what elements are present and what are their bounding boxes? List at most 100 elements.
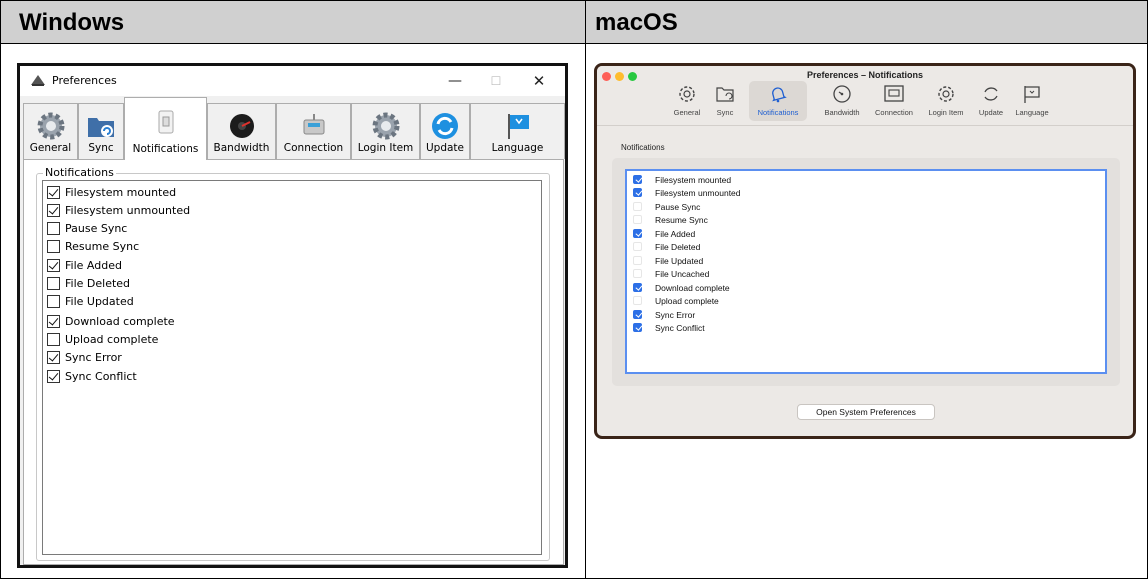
tab-login-item[interactable]: Login Item xyxy=(925,81,967,121)
checkbox[interactable] xyxy=(47,185,60,199)
folder-sync-icon xyxy=(714,83,736,105)
tab-login-item[interactable]: Login Item xyxy=(351,103,420,159)
list-item-label: File Deleted xyxy=(655,241,701,252)
tab-label: Bandwidth xyxy=(824,108,860,117)
list-item-label: File Added xyxy=(65,258,122,272)
macos-preferences-window: Preferences – Notifications General Sync… xyxy=(594,63,1136,439)
gear-icon xyxy=(676,83,698,105)
list-item[interactable]: Sync Conflict xyxy=(47,367,137,385)
minimize-button[interactable]: — xyxy=(435,70,475,92)
checkbox[interactable] xyxy=(47,258,60,272)
list-item-label: Sync Conflict xyxy=(65,369,137,383)
list-item[interactable]: Download complete xyxy=(47,312,175,330)
list-item[interactable]: Upload complete xyxy=(47,330,158,348)
checkbox[interactable] xyxy=(633,175,642,184)
list-item[interactable]: Sync Conflict xyxy=(633,321,705,334)
bandwidth-dial-icon xyxy=(226,110,258,142)
tab-sync[interactable]: Sync xyxy=(78,103,124,159)
maximize-button[interactable]: ☐ xyxy=(476,70,516,92)
tab-label: Bandwidth xyxy=(213,142,270,154)
list-item[interactable]: File Updated xyxy=(47,292,134,310)
macos-column-header: macOS xyxy=(586,1,1147,44)
list-item[interactable]: Filesystem mounted xyxy=(47,183,176,201)
list-item-label: Download complete xyxy=(65,314,175,328)
tab-bandwidth[interactable]: Bandwidth xyxy=(207,103,276,159)
notifications-list[interactable]: Filesystem mounted Filesystem unmounted … xyxy=(42,180,542,555)
checkbox[interactable] xyxy=(633,242,642,251)
gauge-icon xyxy=(831,83,853,105)
list-item[interactable]: File Uncached xyxy=(633,267,709,280)
list-item-label: Filesystem unmounted xyxy=(65,203,191,217)
tab-label: Sync xyxy=(88,142,114,154)
list-item[interactable]: Filesystem mounted xyxy=(633,173,731,186)
list-item[interactable]: Pause Sync xyxy=(47,219,127,237)
checkbox[interactable] xyxy=(633,229,642,238)
open-system-preferences-button[interactable]: Open System Preferences xyxy=(797,404,935,420)
checkbox[interactable] xyxy=(633,310,642,319)
tab-label: Login Item xyxy=(928,108,964,117)
checkbox[interactable] xyxy=(633,269,642,278)
tab-update[interactable]: Update xyxy=(420,103,470,159)
checkbox[interactable] xyxy=(47,276,60,290)
tab-language[interactable]: Language xyxy=(470,103,565,159)
flag-icon xyxy=(1021,83,1043,105)
list-item[interactable]: Resume Sync xyxy=(47,237,139,255)
checkbox[interactable] xyxy=(47,332,60,346)
list-item[interactable]: Pause Sync xyxy=(633,200,700,213)
list-item-label: Pause Sync xyxy=(655,201,701,212)
list-item[interactable]: Upload complete xyxy=(633,294,719,307)
tab-notifications[interactable]: Notifications xyxy=(749,81,807,121)
checkbox[interactable] xyxy=(633,215,642,224)
list-item[interactable]: Filesystem unmounted xyxy=(47,201,190,219)
windows-column-header: Windows xyxy=(1,1,586,44)
list-item[interactable]: Filesystem unmounted xyxy=(633,186,741,199)
windows-tab-strip: General Sync Notifications Bandwidth Con… xyxy=(23,97,565,160)
tab-connection[interactable]: Connection xyxy=(276,103,351,159)
list-item[interactable]: Download complete xyxy=(633,281,730,294)
checkbox[interactable] xyxy=(633,202,642,211)
checkbox[interactable] xyxy=(47,350,60,364)
tab-label: Update xyxy=(978,108,1004,117)
toolbar-divider xyxy=(597,125,1133,126)
checkbox[interactable] xyxy=(47,221,60,235)
checkbox[interactable] xyxy=(47,314,60,328)
checkbox[interactable] xyxy=(633,188,642,197)
checkbox[interactable] xyxy=(47,203,60,217)
tab-language[interactable]: Language xyxy=(1011,81,1053,121)
checkbox[interactable] xyxy=(633,256,642,265)
list-item[interactable]: File Deleted xyxy=(633,240,700,253)
notifications-panel: Filesystem mounted Filesystem unmounted … xyxy=(612,158,1120,386)
tab-label: General xyxy=(673,108,701,117)
notifications-list[interactable]: Filesystem mounted Filesystem unmounted … xyxy=(625,169,1107,374)
list-item[interactable]: File Added xyxy=(633,227,695,240)
close-button[interactable]: ✕ xyxy=(519,70,559,92)
tab-sync[interactable]: Sync xyxy=(710,81,740,121)
section-label: Notifications xyxy=(621,143,665,152)
list-item[interactable]: File Deleted xyxy=(47,274,130,292)
list-item[interactable]: File Added xyxy=(47,256,122,274)
checkbox[interactable] xyxy=(47,294,60,308)
notifications-groupbox: Notifications Filesystem mounted Filesys… xyxy=(36,166,550,561)
tab-general[interactable]: General xyxy=(23,103,78,159)
tab-notifications[interactable]: Notifications xyxy=(124,97,207,160)
column-divider xyxy=(585,1,586,579)
tab-update[interactable]: Update xyxy=(974,81,1008,121)
checkbox[interactable] xyxy=(633,296,642,305)
list-item[interactable]: Sync Error xyxy=(47,348,122,366)
list-item[interactable]: Sync Error xyxy=(633,308,695,321)
checkbox[interactable] xyxy=(633,283,642,292)
list-item-label: Filesystem mounted xyxy=(655,174,732,185)
windows-tab-content: Notifications Filesystem mounted Filesys… xyxy=(23,159,564,565)
checkbox[interactable] xyxy=(47,369,60,383)
tab-label: Language xyxy=(1015,108,1049,117)
tab-connection[interactable]: Connection xyxy=(869,81,919,121)
tab-bandwidth[interactable]: Bandwidth xyxy=(818,81,866,121)
tab-general[interactable]: General xyxy=(667,81,707,121)
checkbox[interactable] xyxy=(47,239,60,253)
macos-toolbar[interactable]: Preferences – Notifications General Sync… xyxy=(597,66,1133,125)
windows-title-bar[interactable]: Preferences — ☐ ✕ xyxy=(20,66,565,96)
list-item[interactable]: Resume Sync xyxy=(633,213,708,226)
list-item[interactable]: File Updated xyxy=(633,254,703,267)
checkbox[interactable] xyxy=(633,323,642,332)
list-item-label: File Uncached xyxy=(655,268,710,279)
